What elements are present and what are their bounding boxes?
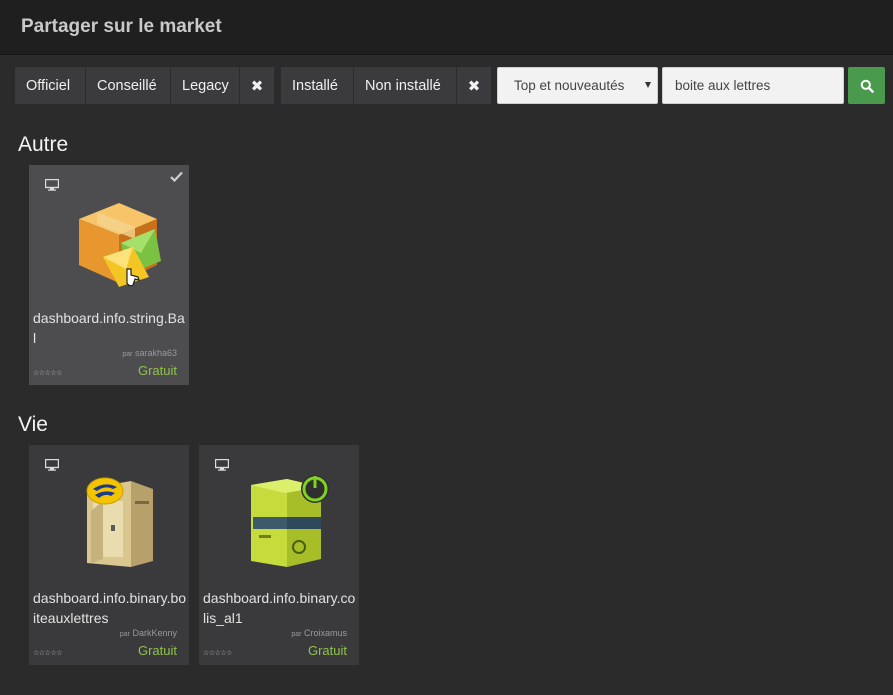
filter-non-installe-button[interactable]: Non installé (354, 67, 457, 104)
author-name: sarakha63 (134, 348, 177, 358)
page-title: Partager sur le market (21, 16, 222, 37)
plugin-name: dashboard.info.binary.colis_al1 (203, 590, 356, 626)
plugin-price: Gratuit (137, 643, 177, 658)
sort-select-value: Top et nouveautés (514, 78, 625, 93)
desktop-icon (45, 459, 59, 471)
clear-source-filter-button[interactable]: ✖ (240, 67, 274, 104)
filter-installe-button[interactable]: Installé (281, 67, 354, 104)
search-icon (860, 79, 874, 93)
plugin-card[interactable]: dashboard.info.string.Bal par sarakha63 … (29, 165, 189, 385)
package-mail-icon (79, 203, 161, 287)
rating-stars: ☆☆☆☆☆ (203, 650, 232, 657)
filter-conseille-button[interactable]: Conseillé (86, 67, 171, 104)
author-prefix: par (119, 631, 130, 638)
section-title-autre: Autre (18, 133, 69, 156)
section-title-vie: Vie (18, 413, 48, 436)
install-filter-group: Installé Non installé ✖ (281, 67, 491, 104)
desktop-icon (215, 459, 229, 471)
sort-select[interactable]: Top et nouveautés (497, 67, 658, 104)
filter-officiel-button[interactable]: Officiel (15, 67, 86, 104)
author-name: DarkKenny (132, 628, 177, 638)
plugin-price: Gratuit (137, 363, 177, 378)
mailbox-icon (86, 477, 153, 567)
rating-stars: ☆☆☆☆☆ (33, 650, 62, 657)
author-prefix: par (122, 351, 133, 358)
colissimo-box-icon (251, 475, 329, 567)
filter-toolbar: Officiel Conseillé Legacy ✖ Installé Non… (0, 67, 893, 104)
rating-stars: ☆☆☆☆☆ (33, 370, 62, 377)
chevron-down-icon (645, 82, 651, 88)
plugin-author: par Croixamus (291, 628, 347, 638)
author-name: Croixamus (303, 628, 347, 638)
plugin-card[interactable]: dashboard.info.binary.colis_al1 par Croi… (199, 445, 359, 665)
search-button[interactable] (848, 67, 885, 104)
search-input[interactable] (662, 67, 844, 104)
plugin-price: Gratuit (307, 643, 347, 658)
plugin-author: par sarakha63 (122, 348, 177, 358)
plugin-card[interactable]: dashboard.info.binary.boiteauxlettres pa… (29, 445, 189, 665)
source-filter-group: Officiel Conseillé Legacy ✖ (15, 67, 274, 104)
installed-check-icon (170, 171, 183, 182)
plugin-name: dashboard.info.string.Bal (33, 310, 185, 346)
header-bar: Partager sur le market (0, 0, 893, 55)
author-prefix: par (291, 631, 302, 638)
desktop-icon (45, 179, 59, 191)
clear-install-filter-button[interactable]: ✖ (457, 67, 491, 104)
filter-legacy-button[interactable]: Legacy (171, 67, 240, 104)
plugin-name: dashboard.info.binary.boiteauxlettres (33, 590, 187, 626)
plugin-author: par DarkKenny (120, 628, 177, 638)
